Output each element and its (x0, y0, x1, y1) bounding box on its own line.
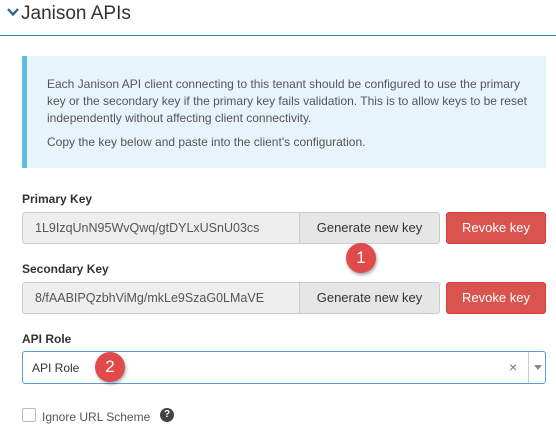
clear-icon[interactable]: × (509, 359, 517, 375)
secondary-key-field[interactable]: 8/fAABIPQzbhViMg/mkLe9SzaG0LMaVE (22, 282, 300, 314)
info-callout: Each Janison API client connecting to th… (22, 56, 546, 168)
revoke-secondary-key-button[interactable]: Revoke key (446, 282, 546, 314)
help-icon[interactable]: ? (160, 408, 174, 422)
section-header[interactable]: Janison APIs (0, 0, 556, 36)
annotation-badge-2: 2 (95, 352, 125, 382)
secondary-key-label: Secondary Key (22, 262, 109, 276)
primary-key-field[interactable]: 1L9IzqUnN95WvQwq/gtDYLxUSnU03cs (22, 212, 300, 244)
revoke-primary-key-button[interactable]: Revoke key (446, 212, 546, 244)
section-title: Janison APIs (21, 3, 131, 24)
info-paragraph: Each Janison API client connecting to th… (47, 77, 527, 125)
primary-key-label: Primary Key (22, 192, 93, 206)
ignore-url-scheme-label: Ignore URL Scheme (42, 410, 151, 424)
generate-primary-key-button[interactable]: Generate new key (299, 212, 440, 244)
chevron-down-icon (7, 8, 19, 17)
annotation-badge-1: 1 (346, 243, 376, 273)
api-role-label: API Role (22, 332, 72, 346)
ignore-url-scheme-checkbox[interactable] (22, 408, 36, 422)
generate-secondary-key-button[interactable]: Generate new key (299, 282, 440, 314)
caret-down-icon[interactable] (533, 362, 543, 372)
info-instruction: Copy the key below and paste into the cl… (47, 135, 366, 149)
api-role-selected-value: API Role (32, 361, 80, 375)
select-divider (528, 352, 529, 383)
